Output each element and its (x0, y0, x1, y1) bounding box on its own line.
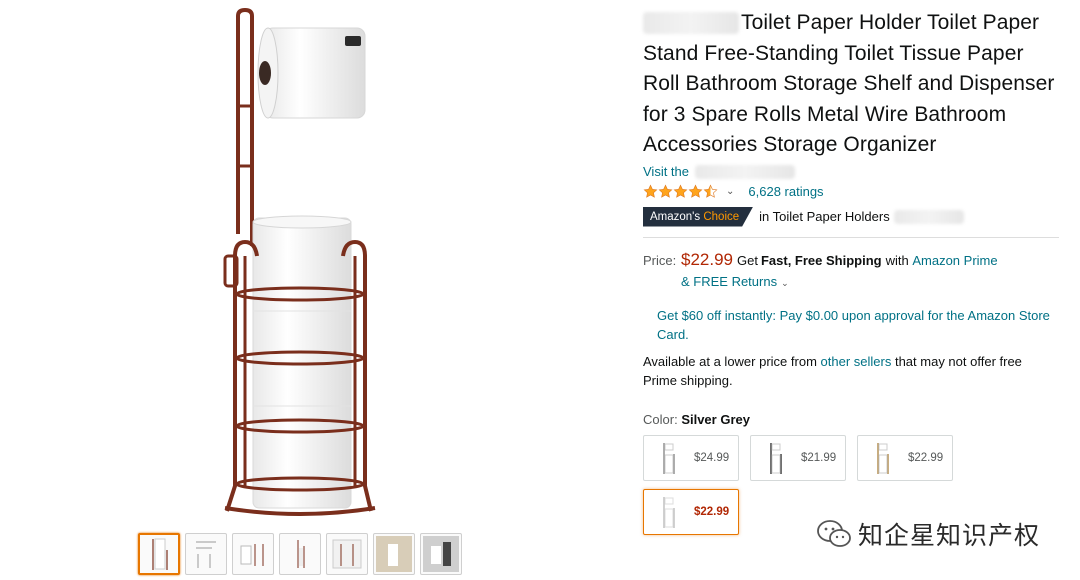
amazon-prime-link[interactable]: Amazon Prime (912, 253, 997, 268)
thumbnail-5[interactable] (326, 533, 368, 575)
chevron-down-icon[interactable]: ⌄ (726, 186, 734, 197)
shipping-get: Get (737, 252, 758, 268)
watermark-text: 知企星知识产权 (858, 521, 1041, 550)
shipping-bold: Fast, Free Shipping (760, 252, 882, 268)
holder-thumbnail-icon (663, 442, 675, 474)
other-sellers-link[interactable]: other sellers (821, 354, 892, 369)
price-amount: $22.99 (681, 249, 733, 269)
amazons-choice-badge[interactable]: Amazon's Choice (643, 206, 754, 227)
rating-row: ⌄ 6,628 ratings (643, 182, 1063, 202)
product-title: Toilet Paper Holder Toilet Paper Stand F… (643, 11, 1055, 156)
free-returns-label[interactable]: & FREE Returns (681, 274, 777, 289)
color-swatch[interactable]: $22.99 (857, 434, 953, 481)
visit-store-link[interactable]: Visit the (643, 163, 1063, 181)
holder-thumbnail-icon (770, 442, 782, 474)
ratings-count-link[interactable]: 6,628 ratings (748, 184, 823, 199)
half-star-icon (703, 184, 718, 198)
thumbnail-6[interactable] (373, 533, 415, 575)
badge-prefix: Amazon's (650, 210, 701, 223)
product-info: Toilet Paper Holder Toilet Paper Stand F… (643, 8, 1063, 535)
wechat-icon (817, 520, 851, 547)
thumbnail-7[interactable] (420, 533, 462, 575)
shipping-with: with (885, 252, 909, 268)
free-returns-link[interactable]: & FREE Returns ⌄ (681, 274, 1063, 289)
star-icon (643, 184, 658, 198)
chevron-down-icon[interactable]: ⌄ (781, 278, 789, 288)
star-rating[interactable] (643, 184, 718, 199)
store-card-offer-link[interactable]: Get $60 off instantly: Pay $0.00 upon ap… (657, 306, 1052, 344)
thumbnail-3[interactable] (232, 533, 274, 575)
lower-price-note: Available at a lower price from other se… (643, 352, 1053, 390)
thumbnail-strip (138, 533, 462, 575)
color-label: Color: (643, 411, 678, 427)
swatch-price: $22.99 (908, 451, 944, 464)
color-swatch-selected[interactable]: $22.99 (643, 488, 739, 535)
swatch-price: $22.99 (694, 505, 730, 518)
lower-price-prefix: Available at a lower price from (643, 353, 817, 369)
price-label: Price: (643, 252, 677, 268)
swatch-price: $21.99 (801, 451, 837, 464)
star-icon (658, 184, 673, 198)
star-icon (673, 184, 688, 198)
color-swatch[interactable]: $24.99 (643, 434, 739, 481)
visit-store-label[interactable]: Visit the (643, 164, 689, 179)
blurred-choice-keyword (893, 209, 964, 224)
thumbnail-2[interactable] (185, 533, 227, 575)
divider (643, 236, 1059, 238)
badge-suffix: Choice (703, 210, 740, 223)
blurred-brand-name (643, 12, 739, 35)
amazons-choice-row: Amazon's Choice in Toilet Paper Holders (643, 206, 1063, 228)
thumbnail-4[interactable] (279, 533, 321, 575)
blurred-store-name (695, 164, 796, 179)
star-icon (688, 184, 703, 198)
choice-category-link[interactable]: in Toilet Paper Holders (759, 209, 890, 224)
holder-thumbnail-icon (663, 496, 675, 528)
thumbnail-1[interactable] (138, 533, 180, 575)
watermark: 知企星知识产权 (816, 516, 1040, 552)
price-block: Price: $22.99 Get Fast, Free Shipping wi… (643, 250, 1063, 289)
color-swatch[interactable]: $21.99 (750, 434, 846, 481)
main-product-image[interactable] (205, 6, 385, 516)
color-selector-label: Color: Silver Grey (643, 412, 1063, 427)
holder-thumbnail-icon (877, 442, 889, 474)
color-value: Silver Grey (681, 411, 750, 427)
swatch-price: $24.99 (694, 451, 730, 464)
